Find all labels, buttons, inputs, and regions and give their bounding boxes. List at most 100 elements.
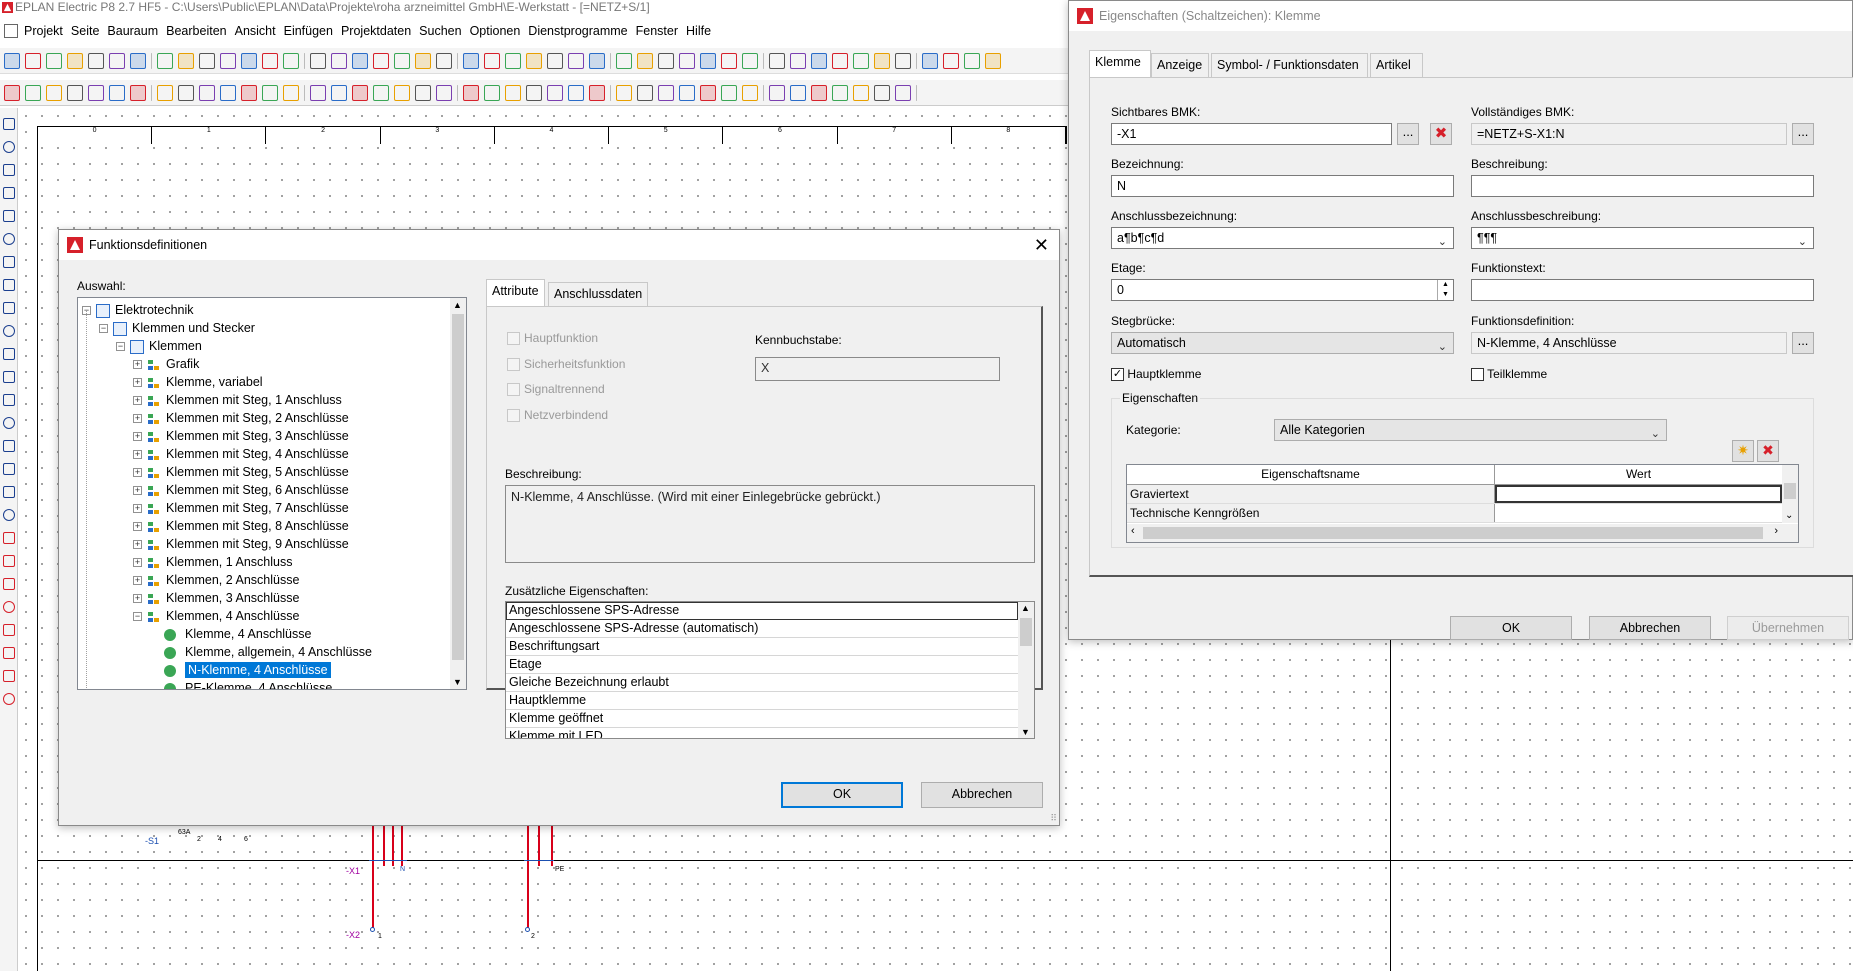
expand-icon[interactable]: + <box>133 594 142 604</box>
toolbar-button-icon[interactable] <box>463 52 479 69</box>
toolbar-button-icon[interactable] <box>721 52 737 69</box>
checkbox-box[interactable] <box>507 383 520 397</box>
chevron-left-icon[interactable]: ‹ <box>1131 525 1135 537</box>
toolbar-button-icon[interactable] <box>88 52 104 69</box>
table-hscrollbar[interactable]: ‹ › <box>1127 524 1798 542</box>
menu-bauraum[interactable]: Bauraum <box>107 24 158 38</box>
toolbar-button-icon[interactable] <box>310 52 326 69</box>
menu-optionen[interactable]: Optionen <box>470 24 521 38</box>
toolbar-button-icon[interactable] <box>589 84 605 101</box>
tree-item[interactable]: − Klemmen, 4 Anschlüsse <box>82 607 450 625</box>
collapse-icon[interactable]: − <box>116 342 125 352</box>
tree-item[interactable]: + Klemme, variabel <box>82 373 450 391</box>
tree-item[interactable]: + Klemmen, 1 Anschluss <box>82 553 450 571</box>
delete-icon[interactable]: ✖ <box>1430 123 1452 145</box>
scroll-down-icon[interactable]: ▼ <box>1021 727 1030 737</box>
toolbar-button-icon[interactable] <box>811 84 827 101</box>
toolbar-button-icon[interactable] <box>832 52 848 69</box>
toolbar-button-icon[interactable] <box>853 52 869 69</box>
toolbar-button-icon[interactable] <box>679 52 695 69</box>
toolbar-button-icon[interactable] <box>568 84 584 101</box>
draw-tool-icon[interactable] <box>3 417 15 429</box>
toolbar-button-icon[interactable] <box>769 52 785 69</box>
toolbar-button-icon[interactable] <box>178 84 194 101</box>
toolbar-button-icon[interactable] <box>415 84 431 101</box>
new-property-icon[interactable]: ✷ <box>1732 440 1754 462</box>
toolbar-button-icon[interactable] <box>700 52 716 69</box>
beschreibung-textarea[interactable]: N-Klemme, 4 Anschlüsse. (Wird mit einer … <box>505 485 1035 563</box>
toolbar-button-icon[interactable] <box>199 52 215 69</box>
table-row[interactable]: Graviertext <box>1127 485 1782 504</box>
draw-tool-icon[interactable] <box>3 279 15 291</box>
menu-fenster[interactable]: Fenster <box>636 24 678 38</box>
toolbar-button-icon[interactable] <box>505 52 521 69</box>
delete-property-icon[interactable]: ✖ <box>1757 440 1779 462</box>
connection-point[interactable] <box>370 927 375 932</box>
toolbar-button-icon[interactable] <box>547 84 563 101</box>
zusatz-list[interactable]: Angeschlossene SPS-Adresse Angeschlossene… <box>505 601 1035 739</box>
menu-projekt[interactable]: Projekt <box>24 24 63 38</box>
toolbar-button-icon[interactable] <box>283 52 299 69</box>
list-item[interactable]: Gleiche Bezeichnung erlaubt <box>506 674 1018 692</box>
toolbar-button-icon[interactable] <box>352 84 368 101</box>
checkbox-box[interactable] <box>507 408 520 422</box>
toolbar-button-icon[interactable] <box>373 84 389 101</box>
scroll-thumb[interactable] <box>1143 527 1763 539</box>
toolbar-button-icon[interactable] <box>547 52 563 69</box>
toolbar-button-icon[interactable] <box>811 52 827 69</box>
tree-item[interactable]: − Klemmen <box>82 337 450 355</box>
toolbar-button-icon[interactable] <box>526 52 542 69</box>
toolbar-button-icon[interactable] <box>331 52 347 69</box>
expand-icon[interactable]: + <box>133 378 142 388</box>
list-item[interactable]: Klemme geöffnet <box>506 710 1018 728</box>
list-item[interactable]: Angeschlossene SPS-Adresse <box>506 602 1018 620</box>
draw-tool-icon[interactable] <box>3 210 15 222</box>
toolbar-button-icon[interactable] <box>895 84 911 101</box>
expand-icon[interactable]: + <box>133 504 142 514</box>
checkbox-hauptfunktion[interactable]: Hauptfunktion <box>507 331 625 357</box>
label-x2[interactable]: -X2 <box>346 930 360 940</box>
bezeichnung-field[interactable]: N <box>1111 175 1454 197</box>
list-item[interactable]: Etage <box>506 656 1018 674</box>
draw-tool-icon[interactable] <box>3 187 15 199</box>
toolbar-button-icon[interactable] <box>109 84 125 101</box>
tree-item[interactable]: N-Klemme, 4 Anschlüsse <box>82 661 450 679</box>
tree-item[interactable]: + Klemmen mit Steg, 8 Anschlüsse <box>82 517 450 535</box>
chevron-down-icon[interactable]: ⌄ <box>1798 232 1807 252</box>
toolbar-button-icon[interactable] <box>484 84 500 101</box>
list-item[interactable]: Hauptklemme <box>506 692 1018 710</box>
draw-tool-icon[interactable] <box>3 394 15 406</box>
expand-icon[interactable]: + <box>133 414 142 424</box>
toolbar-button-icon[interactable] <box>616 52 632 69</box>
toolbar-button-icon[interactable] <box>658 84 674 101</box>
column-header-wert[interactable]: Wert <box>1495 465 1782 484</box>
table-vscrollbar[interactable]: ⌄ <box>1782 465 1798 523</box>
etage-spinner[interactable]: 0 ▲ ▼ <box>1111 279 1454 301</box>
toolbar-button-icon[interactable] <box>742 84 758 101</box>
expand-icon[interactable]: + <box>133 540 142 550</box>
menu-dienstprogramme[interactable]: Dienstprogramme <box>528 24 627 38</box>
toolbar-button-icon[interactable] <box>589 52 605 69</box>
menu-hilfe[interactable]: Hilfe <box>686 24 711 38</box>
tree-item[interactable]: + Klemmen mit Steg, 7 Anschlüsse <box>82 499 450 517</box>
toolbar-button-icon[interactable] <box>463 84 479 101</box>
menu-bearbeiten[interactable]: Bearbeiten <box>166 24 226 38</box>
toolbar-button-icon[interactable] <box>526 84 542 101</box>
draw-tool-icon[interactable] <box>3 647 15 659</box>
toolbar-button-icon[interactable] <box>721 84 737 101</box>
kategorie-select[interactable]: Alle Kategorien ⌄ <box>1274 419 1667 441</box>
hauptklemme-checkbox-box[interactable]: ✓ <box>1111 368 1124 382</box>
close-icon[interactable]: ✕ <box>1034 230 1049 260</box>
label-s1[interactable]: -S1 <box>145 836 159 846</box>
draw-tool-icon[interactable] <box>3 578 15 590</box>
checkbox-box[interactable] <box>507 357 520 371</box>
draw-tool-icon[interactable] <box>3 693 15 705</box>
resize-grip-icon[interactable]: ⠿ <box>1050 813 1057 824</box>
wire[interactable] <box>372 826 374 930</box>
tab-klemme[interactable]: Klemme <box>1089 50 1151 77</box>
toolbar-button-icon[interactable] <box>331 84 347 101</box>
chevron-right-icon[interactable]: › <box>1774 525 1778 537</box>
connection-point[interactable] <box>525 927 530 932</box>
draw-tool-icon[interactable] <box>3 325 15 337</box>
tree-item[interactable]: + Klemmen mit Steg, 3 Anschlüsse <box>82 427 450 445</box>
